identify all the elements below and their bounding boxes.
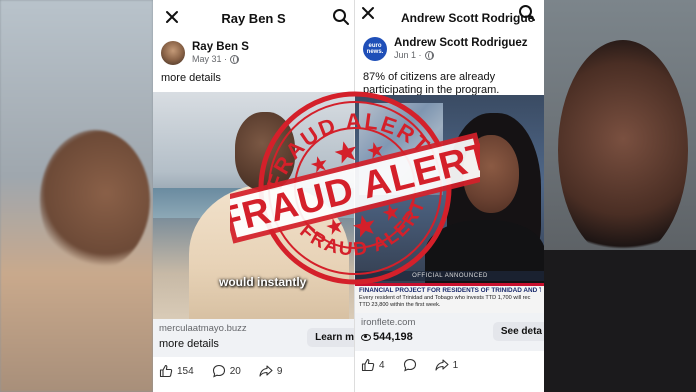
close-icon[interactable] <box>359 4 377 22</box>
header-title: Andrew Scott Rodrigue <box>401 11 535 25</box>
comment-icon <box>403 358 416 372</box>
thumbs-up-icon <box>159 364 173 378</box>
post-actions: 4 1 <box>355 351 544 379</box>
share-button[interactable]: 9 <box>259 364 283 378</box>
comment-icon <box>212 364 225 378</box>
comment-button[interactable]: 20 <box>212 364 241 378</box>
post-author: Ray Ben S May 31 · <box>153 36 354 68</box>
header-title: Ray Ben S <box>221 10 286 26</box>
search-icon[interactable] <box>332 8 350 26</box>
like-count: 4 <box>379 359 385 371</box>
share-count: 9 <box>276 365 283 377</box>
post-header: Andrew Scott Rodrigue <box>355 0 544 36</box>
globe-icon <box>230 55 240 64</box>
thumbs-up-icon <box>361 358 375 372</box>
avatar[interactable]: euro news. <box>363 37 387 61</box>
ticker-line-1: Every resident of Trinidad and Tobago wh… <box>359 295 531 301</box>
view-count-value: 544,198 <box>373 331 413 343</box>
ticker-title: FINANCIAL PROJECT FOR RESIDENTS OF TRINI… <box>359 287 541 294</box>
ticker-label: OFFICIAL ANNOUNCED <box>412 273 488 279</box>
author-name[interactable]: Andrew Scott Rodriguez <box>394 37 528 50</box>
post-video[interactable]: would instantly <box>153 92 354 319</box>
like-button[interactable]: 4 <box>361 358 385 372</box>
post-caption: 87% of citizens are already participatin… <box>363 71 500 96</box>
see-details-button[interactable]: See deta <box>492 322 544 341</box>
post-caption: more details <box>161 72 221 84</box>
post-author: euro news. Andrew Scott Rodriguez Jun 1 … <box>355 36 544 68</box>
share-button[interactable]: 1 <box>435 358 459 372</box>
right-post-panel: Andrew Scott Rodrigue euro news. Andrew … <box>354 0 544 392</box>
comment-button[interactable] <box>403 358 417 372</box>
like-button[interactable]: 154 <box>159 364 194 378</box>
screenshot-composite: Ray Ben S Ray Ben S May 31 · more detail… <box>0 0 696 392</box>
post-date[interactable]: May 31 · <box>192 54 227 65</box>
search-icon[interactable] <box>518 4 536 22</box>
blurred-background-left <box>0 0 153 392</box>
post-actions: 154 20 9 <box>153 357 354 385</box>
link-preview[interactable]: ironflete.com 544,198 See deta <box>355 313 544 351</box>
share-icon <box>259 365 273 377</box>
eye-icon <box>361 333 371 341</box>
ticker-line-2: TTD 23,800 within the first week. <box>359 302 441 308</box>
globe-icon <box>424 51 434 60</box>
author-name[interactable]: Ray Ben S <box>192 41 249 54</box>
post-header: Ray Ben S <box>153 0 354 36</box>
video-subtitle: would instantly <box>219 275 307 289</box>
avatar[interactable] <box>161 41 185 65</box>
news-ticker: FINANCIAL PROJECT FOR RESIDENTS OF TRINI… <box>355 283 544 313</box>
like-count: 154 <box>177 365 194 377</box>
post-video[interactable]: OFFICIAL ANNOUNCED FINANCIAL PROJECT FOR… <box>355 95 544 313</box>
avatar-logo-text: euro news. <box>366 43 384 55</box>
left-post-panel: Ray Ben S Ray Ben S May 31 · more detail… <box>153 0 354 392</box>
blurred-background-right <box>544 0 696 392</box>
close-icon[interactable] <box>163 8 181 26</box>
link-preview[interactable]: merculaatmayo.buzz more details Learn m <box>153 319 354 357</box>
share-icon <box>435 359 449 371</box>
post-date[interactable]: Jun 1 · <box>394 50 422 61</box>
share-count: 1 <box>452 359 459 371</box>
learn-more-button[interactable]: Learn m <box>307 328 354 347</box>
comment-count: 20 <box>229 365 241 377</box>
